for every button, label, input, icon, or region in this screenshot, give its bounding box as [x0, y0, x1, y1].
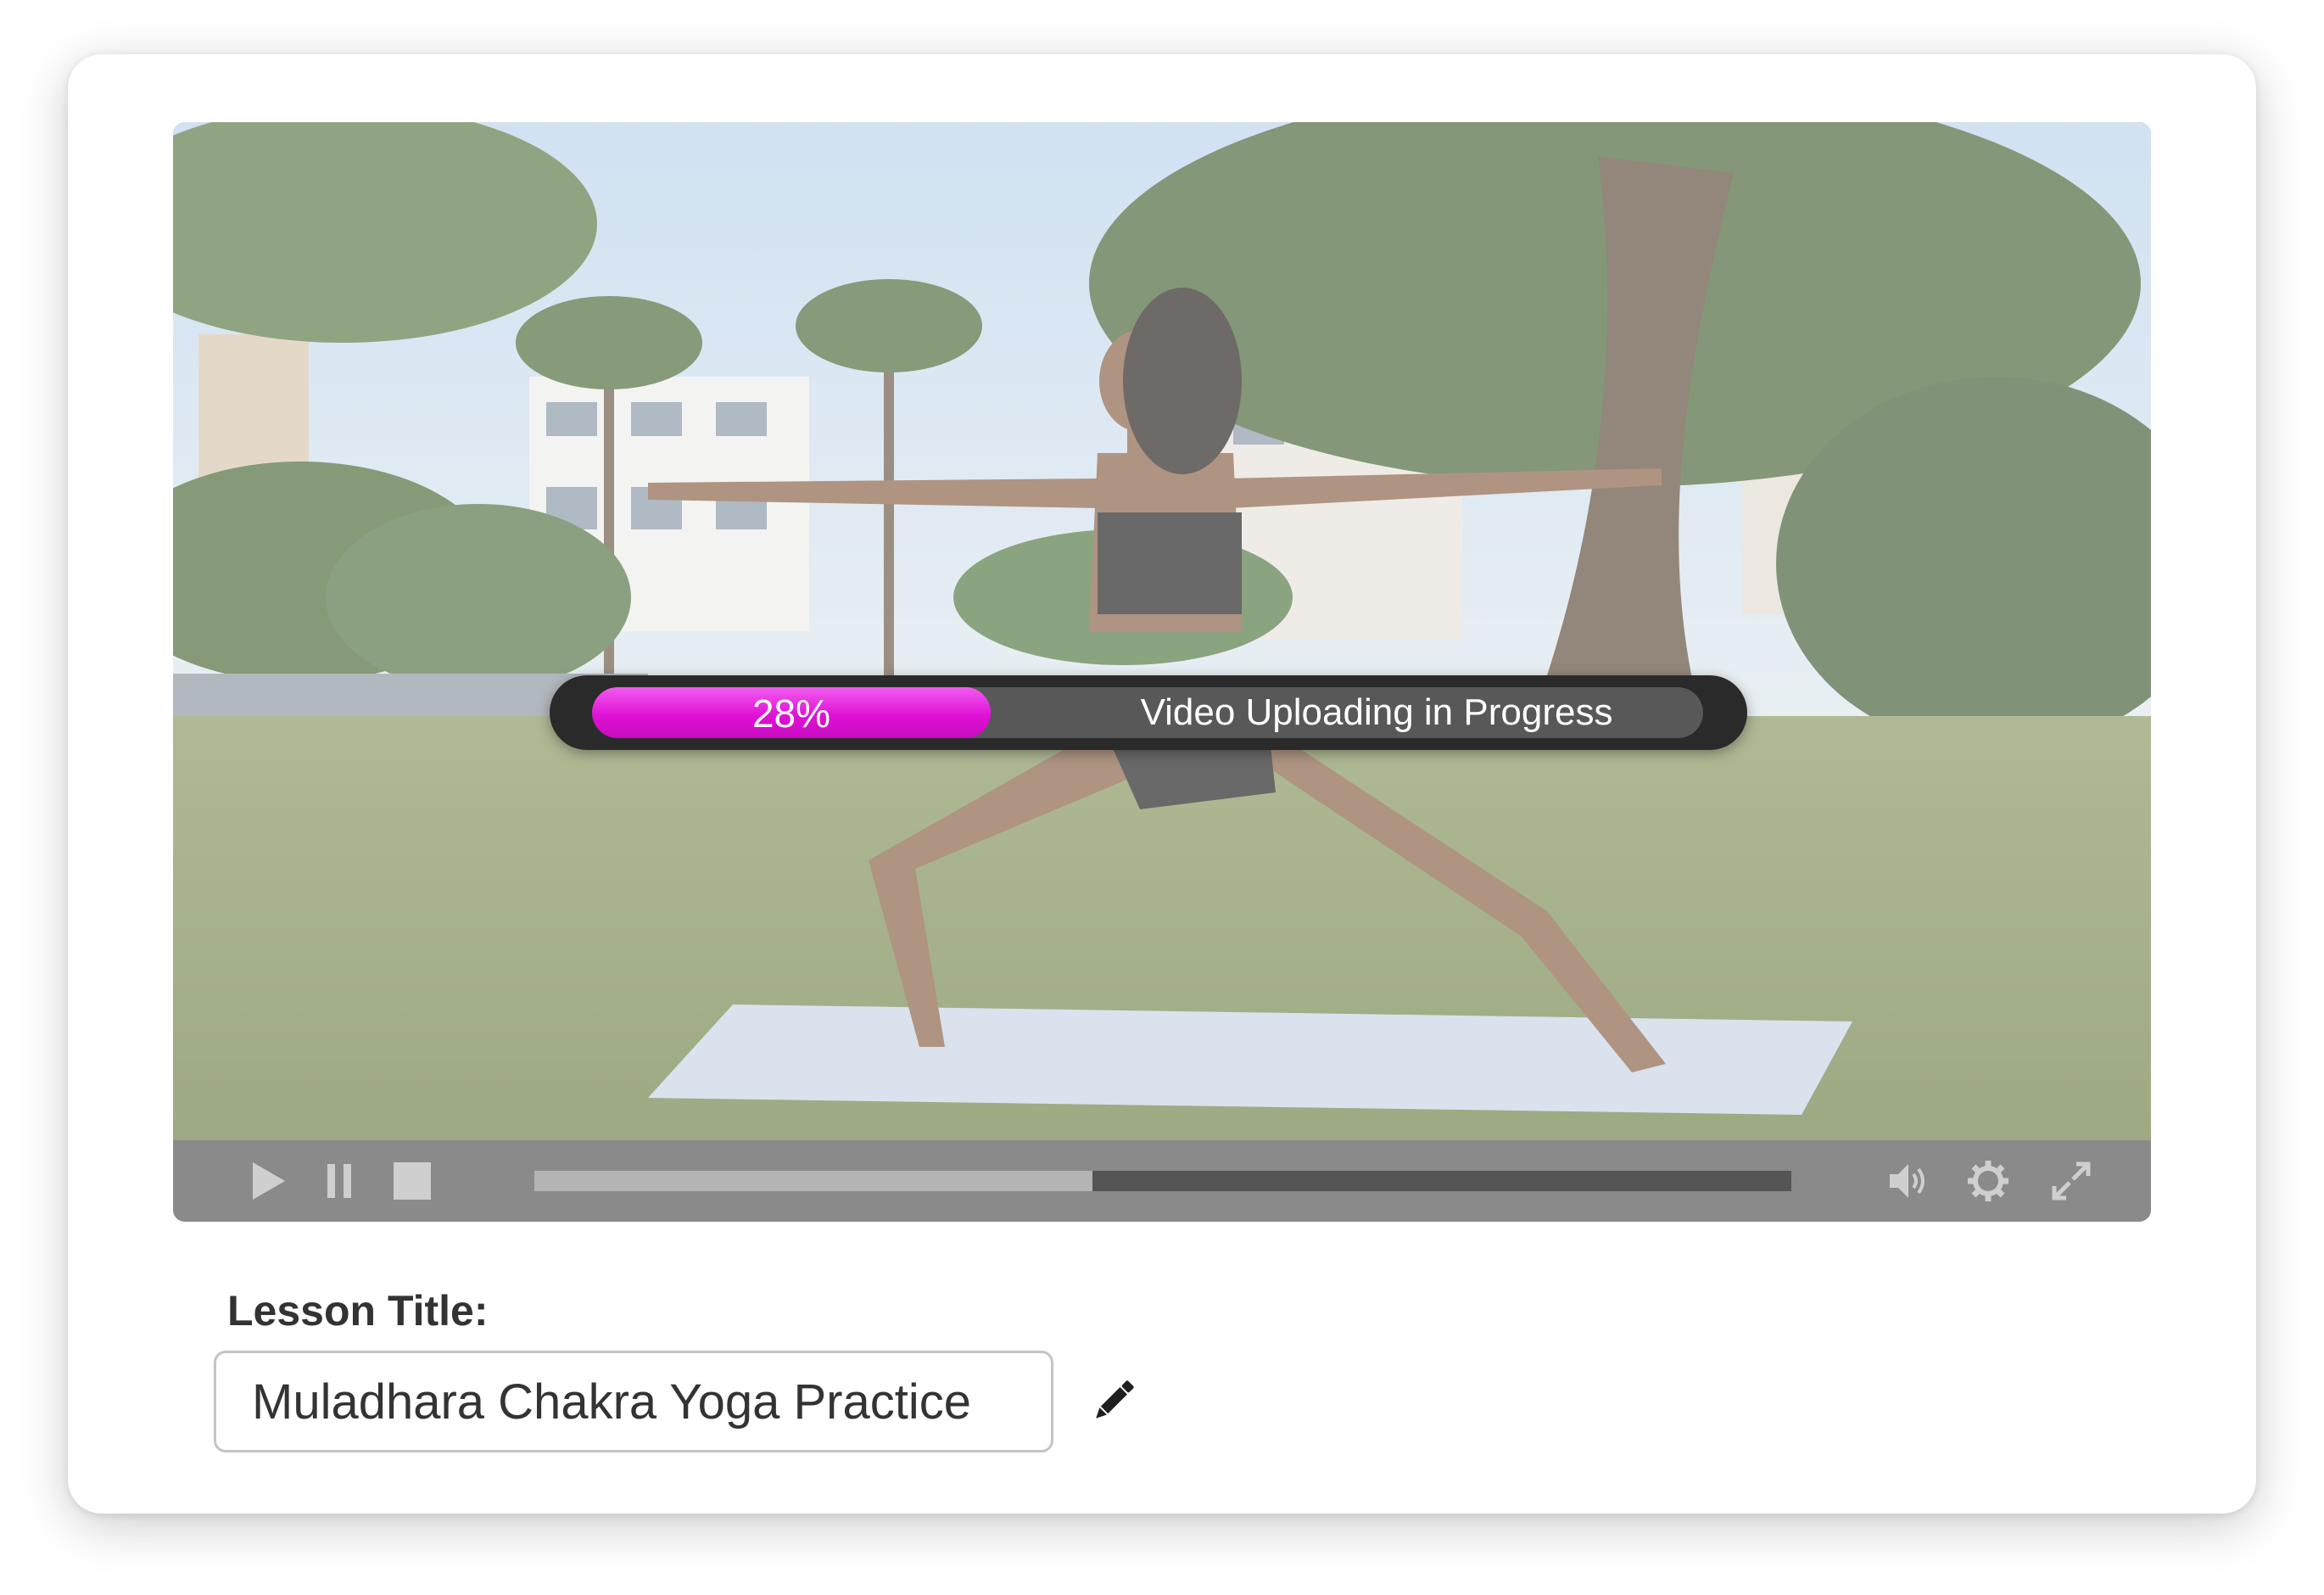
lesson-title-label: Lesson Title:	[227, 1287, 489, 1335]
upload-status-message: Video Uploading in Progress	[1140, 691, 1613, 733]
fullscreen-button[interactable]	[2047, 1157, 2095, 1205]
stop-button[interactable]	[388, 1157, 436, 1205]
upload-progress-bar: 28% Video Uploading in Progress	[550, 675, 1747, 750]
volume-button[interactable]	[1885, 1157, 1932, 1205]
edit-title-button[interactable]	[1086, 1374, 1140, 1429]
video-player[interactable]: 28% Video Uploading in Progress	[173, 122, 2151, 1222]
pause-icon	[327, 1164, 351, 1198]
play-icon	[253, 1162, 285, 1200]
pause-button[interactable]	[316, 1157, 363, 1205]
video-dim-overlay	[173, 122, 2151, 1140]
seek-bar[interactable]	[534, 1171, 1791, 1191]
settings-icon	[1968, 1161, 2008, 1201]
pencil-icon	[1096, 1380, 1134, 1419]
upload-progress-track: 28% Video Uploading in Progress	[592, 687, 1703, 738]
lesson-title-input[interactable]	[214, 1351, 1053, 1452]
settings-button[interactable]	[1964, 1157, 2012, 1205]
play-button[interactable]	[244, 1157, 292, 1205]
fullscreen-icon	[2052, 1161, 2091, 1200]
stop-icon	[394, 1162, 431, 1200]
seek-bar-played	[534, 1171, 1092, 1191]
volume-icon	[1890, 1164, 1925, 1198]
video-frame[interactable]	[173, 122, 2151, 1140]
player-controls	[173, 1140, 2151, 1222]
upload-percent-label: 28%	[751, 691, 831, 736]
